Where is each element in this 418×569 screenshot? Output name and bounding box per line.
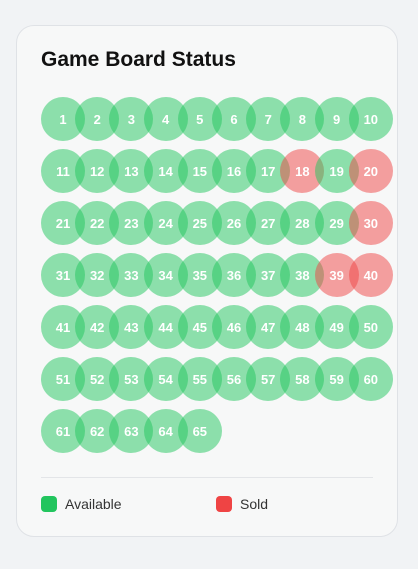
- seat-50[interactable]: 50: [348, 305, 393, 349]
- legend-available-label: Available: [65, 496, 122, 512]
- seat-20[interactable]: 20: [348, 149, 393, 193]
- seat-10[interactable]: 10: [348, 97, 393, 141]
- seat-grid: 1 2 3 4 5 6 7 8 9 10 11 12 13 14 15 16 17 18 19 20 21 22 23 24 2…: [41, 97, 401, 457]
- game-board-card: Game Board Status 1 2 3 4 5 6 7 8 9 10 11 12 13 14 15 1…: [16, 25, 398, 537]
- available-swatch: [41, 496, 57, 512]
- legend-available: Available: [41, 496, 122, 512]
- divider: [41, 477, 373, 478]
- seat-30[interactable]: 30: [348, 201, 393, 245]
- page-title: Game Board Status: [41, 48, 236, 71]
- seat-40[interactable]: 40: [348, 253, 393, 297]
- legend-sold-label: Sold: [240, 496, 269, 512]
- seat-65[interactable]: 65: [177, 409, 222, 453]
- sold-swatch: [216, 496, 232, 512]
- seat-60[interactable]: 60: [348, 357, 393, 401]
- legend-sold: Sold: [216, 496, 268, 512]
